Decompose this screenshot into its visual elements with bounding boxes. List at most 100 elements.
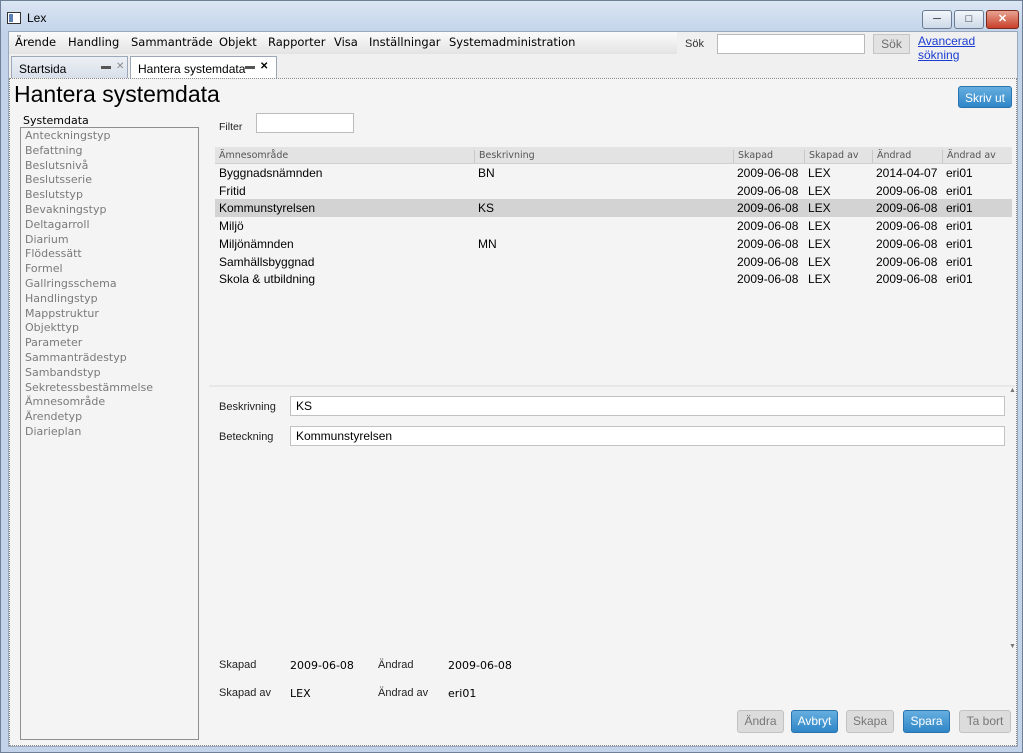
search-input[interactable] [717, 34, 865, 54]
sidebar-item-diarium[interactable]: Diarium [21, 233, 198, 248]
tab-startsida[interactable]: Startsida ▬ ✕ [11, 56, 128, 78]
sidebar-item-mappstruktur[interactable]: Mappstruktur [21, 307, 198, 322]
detail-panel: Filter Ämnesområde Beskrivning Skapad Sk… [209, 107, 1016, 743]
tab-strip: Startsida ▬ ✕ Hantera systemdata ▬ ✕ [9, 56, 1017, 79]
sidebar-item-sammantradestyp[interactable]: Sammanträdestyp [21, 351, 198, 366]
table-row[interactable]: Byggnadsnämnden BN 2009-06-08 LEX 2014-0… [215, 164, 1012, 182]
cell-andrad-av: eri01 [946, 219, 973, 234]
cell-andrad-av: eri01 [946, 201, 973, 216]
app-window: Lex ─ □ ✕ Ärende Handling Sammanträde Ob… [0, 0, 1023, 753]
sidebar-item-anteckningstyp[interactable]: Anteckningstyp [21, 129, 198, 144]
filter-input[interactable] [256, 113, 354, 133]
search-label: Sök [685, 38, 704, 50]
beteckning-field[interactable] [290, 426, 1005, 446]
cell-amnesomrade: Byggnadsnämnden [219, 166, 323, 180]
sidebar-item-arendetyp[interactable]: Ärendetyp [21, 410, 198, 425]
search-button[interactable]: Sök [873, 34, 910, 54]
menu-objekt[interactable]: Objekt [219, 35, 257, 49]
tab-label: Startsida [19, 62, 67, 76]
menu-sammantrade[interactable]: Sammanträde [131, 35, 213, 49]
menu-visa[interactable]: Visa [334, 35, 358, 49]
cell-amnesomrade: Kommunstyrelsen [219, 201, 316, 216]
avbryt-button[interactable]: Avbryt [791, 710, 838, 733]
andrad-av-label: Ändrad av [378, 687, 429, 699]
grid-body: Byggnadsnämnden BN 2009-06-08 LEX 2014-0… [215, 164, 1012, 382]
cell-skapad: 2009-06-08 [737, 236, 799, 251]
menu-arende[interactable]: Ärende [15, 35, 56, 49]
beskrivning-field[interactable] [290, 396, 1005, 416]
sidebar-item-amnesomrade[interactable]: Ämnesområde [21, 395, 198, 410]
andra-button[interactable]: Ändra [737, 710, 784, 733]
spara-button[interactable]: Spara [903, 710, 950, 733]
cell-skapad: 2009-06-08 [737, 254, 799, 269]
sidebar-item-sambandstyp[interactable]: Sambandstyp [21, 366, 198, 381]
title-bar: Lex ─ □ ✕ [1, 1, 1022, 31]
ta-bort-button[interactable]: Ta bort [959, 710, 1011, 733]
column-header-skapad-av[interactable]: Skapad av [804, 150, 859, 163]
table-row[interactable]: Fritid 2009-06-08 LEX 2009-06-08 eri01 [215, 182, 1012, 200]
cell-beskrivning: MN [478, 236, 497, 251]
beskrivning-label: Beskrivning [219, 401, 276, 413]
sidebar-item-formel[interactable]: Formel [21, 262, 198, 277]
sidebar-item-deltagarroll[interactable]: Deltagarroll [21, 218, 198, 233]
tab-pin-icon[interactable]: ▬ [101, 61, 111, 72]
tab-close-icon[interactable]: ✕ [116, 61, 124, 72]
skapa-button[interactable]: Skapa [846, 710, 894, 733]
cell-skapad-av: LEX [808, 183, 831, 198]
cell-skapad-av: LEX [808, 272, 831, 287]
menu-installningar[interactable]: Inställningar [369, 35, 440, 49]
cell-amnesomrade: Skola & utbildning [219, 272, 316, 287]
close-window-button[interactable]: ✕ [986, 10, 1019, 29]
menu-handling[interactable]: Handling [68, 35, 119, 49]
cell-beskrivning: BN [478, 166, 495, 180]
sidebar-item-flodessatt[interactable]: Flödessätt [21, 247, 198, 262]
column-header-skapad[interactable]: Skapad [733, 150, 773, 163]
tab-hantera-systemdata[interactable]: Hantera systemdata ▬ ✕ [130, 56, 277, 79]
sidebar-item-sekretessbestammelse[interactable]: Sekretessbestämmelse [21, 381, 198, 396]
andrad-value: 2009-06-08 [448, 659, 512, 672]
sidebar-item-gallringsschema[interactable]: Gallringsschema [21, 277, 198, 292]
page-title: Hantera systemdata [14, 81, 220, 107]
cell-skapad-av: LEX [808, 236, 831, 251]
print-button[interactable]: Skriv ut [958, 86, 1012, 108]
sidebar-item-beslutsniva[interactable]: Beslutsnivå [21, 159, 198, 174]
table-row[interactable]: Miljönämnden MN 2009-06-08 LEX 2009-06-0… [215, 235, 1012, 253]
sidebar-item-beslutstyp[interactable]: Beslutstyp [21, 188, 198, 203]
cell-amnesomrade: Miljö [219, 219, 244, 234]
filter-label: Filter [219, 121, 243, 133]
table-row[interactable]: Samhällsbyggnad 2009-06-08 LEX 2009-06-0… [215, 253, 1012, 271]
sidebar-item-diarieplan[interactable]: Diarieplan [21, 425, 198, 440]
cell-andrad: 2009-06-08 [876, 272, 938, 287]
skapad-av-value: LEX [290, 687, 311, 700]
column-header-beskrivning[interactable]: Beskrivning [474, 150, 535, 163]
sidebar-item-objekttyp[interactable]: Objekttyp [21, 321, 198, 336]
cell-skapad: 2009-06-08 [737, 201, 799, 216]
table-row[interactable]: Miljö 2009-06-08 LEX 2009-06-08 eri01 [215, 217, 1012, 235]
cell-andrad-av: eri01 [946, 272, 973, 287]
table-row[interactable]: Skola & utbildning 2009-06-08 LEX 2009-0… [215, 270, 1012, 288]
sidebar-item-befattning[interactable]: Befattning [21, 144, 198, 159]
scroll-up-icon[interactable]: ▲ [1009, 387, 1016, 394]
andrad-label: Ändrad [378, 659, 414, 671]
sidebar-item-handlingstyp[interactable]: Handlingstyp [21, 292, 198, 307]
sidebar-item-beslutsserie[interactable]: Beslutsserie [21, 173, 198, 188]
column-header-amnesomrade[interactable]: Ämnesområde [215, 150, 288, 163]
cell-beskrivning: KS [478, 201, 495, 216]
column-header-andrad[interactable]: Ändrad [872, 150, 911, 163]
scroll-down-icon[interactable]: ▼ [1009, 643, 1016, 650]
cell-skapad-av: LEX [808, 201, 831, 216]
tab-pin-icon[interactable]: ▬ [245, 61, 255, 72]
cell-andrad-av: eri01 [946, 254, 973, 269]
menu-systemadministration[interactable]: Systemadministration [449, 35, 575, 49]
minimize-button[interactable]: ─ [922, 10, 952, 29]
tab-close-icon[interactable]: ✕ [260, 61, 268, 72]
column-header-andrad-av[interactable]: Ändrad av [942, 150, 996, 163]
table-row-selected[interactable]: Kommunstyrelsen KS 2009-06-08 LEX 2009-0… [215, 199, 1012, 218]
cell-andrad-av: eri01 [946, 183, 973, 198]
cell-andrad: 2009-06-08 [876, 219, 938, 234]
menu-rapporter[interactable]: Rapporter [268, 35, 325, 49]
sidebar-item-bevakningstyp[interactable]: Bevakningstyp [21, 203, 198, 218]
cell-skapad-av: LEX [808, 254, 831, 269]
sidebar-item-parameter[interactable]: Parameter [21, 336, 198, 351]
maximize-button[interactable]: □ [954, 10, 984, 29]
